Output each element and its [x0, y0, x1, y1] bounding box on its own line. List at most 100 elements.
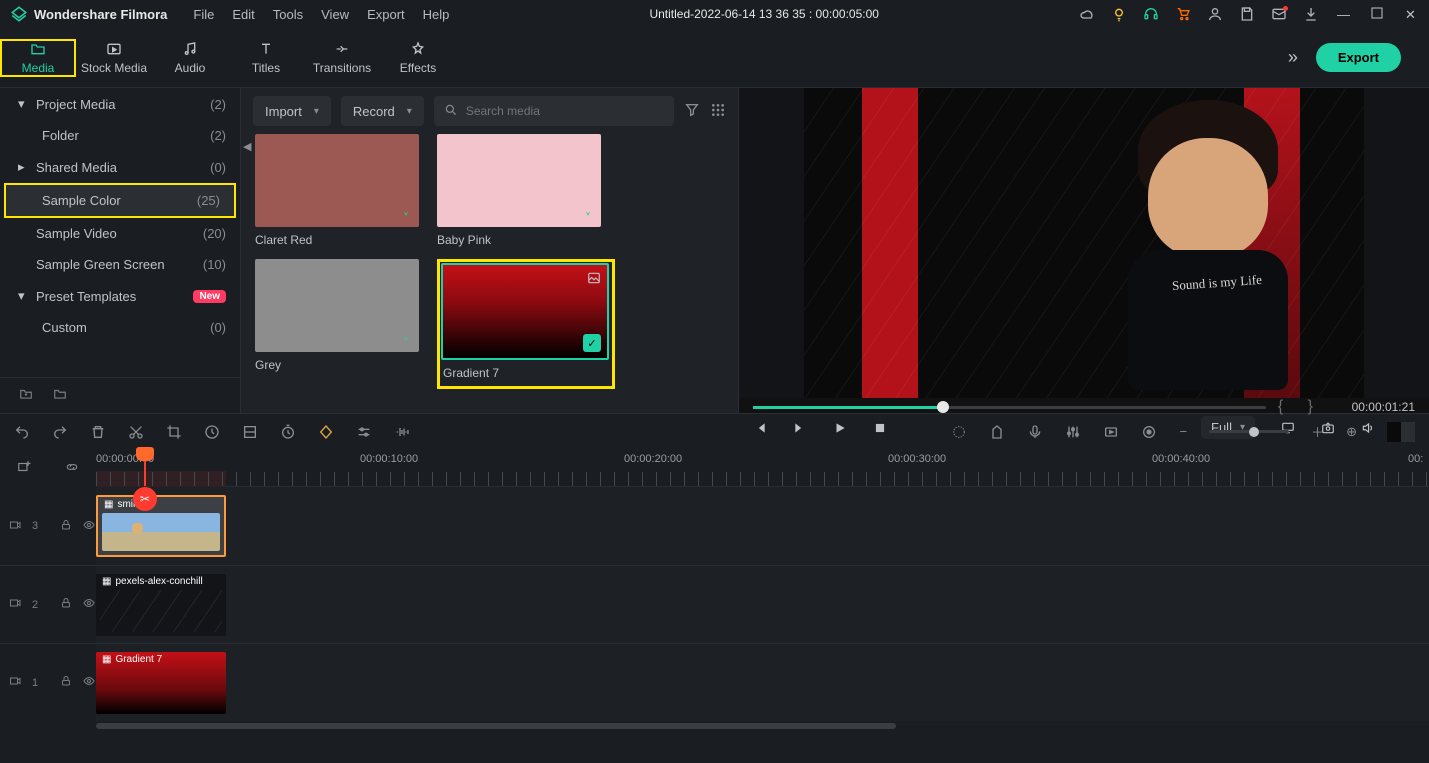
cut-icon[interactable]	[128, 424, 144, 440]
undo-icon[interactable]	[14, 424, 30, 440]
menu-export[interactable]: Export	[367, 7, 405, 22]
sidebar-item-project-media[interactable]: ▾Project Media(2)	[0, 88, 240, 120]
download-icon[interactable]	[1303, 6, 1319, 22]
sidebar-item-sample-green-screen[interactable]: Sample Green Screen(10)	[0, 249, 240, 280]
track-body[interactable]: ▦smile2	[96, 487, 1429, 565]
add-track-icon[interactable]	[16, 460, 32, 477]
crop-icon[interactable]	[166, 424, 182, 440]
cart-icon[interactable]	[1175, 6, 1191, 22]
menu-view[interactable]: View	[321, 7, 349, 22]
grid-view-icon[interactable]	[710, 102, 726, 121]
zoom-handle[interactable]	[1249, 427, 1259, 437]
tab-media[interactable]: Media	[0, 39, 76, 77]
user-icon[interactable]	[1207, 6, 1223, 22]
new-folder-icon[interactable]	[18, 387, 34, 404]
eye-icon[interactable]	[82, 675, 96, 690]
sidebar-item-preset-templates[interactable]: ▾Preset TemplatesNew	[0, 280, 240, 312]
scrub-track[interactable]	[753, 406, 1266, 409]
eye-icon[interactable]	[82, 597, 96, 612]
filter-icon[interactable]	[684, 102, 700, 121]
tab-transitions[interactable]: Transitions	[304, 41, 380, 75]
zoom-fit-icon[interactable]: ⊕	[1346, 424, 1357, 440]
headset-icon[interactable]	[1143, 6, 1159, 22]
media-thumb-claret[interactable]: Claret Red	[255, 134, 419, 247]
duration-icon[interactable]	[280, 424, 296, 440]
record-icon[interactable]	[1141, 424, 1157, 440]
lock-icon[interactable]	[60, 519, 72, 534]
speed-icon[interactable]	[204, 424, 220, 440]
tab-stock-media[interactable]: Stock Media	[76, 41, 152, 75]
ruler-tick: 00:00:40:00	[1152, 453, 1210, 465]
folder-icon[interactable]	[52, 387, 68, 404]
tab-titles[interactable]: Titles	[228, 41, 304, 75]
lightbulb-icon[interactable]	[1111, 6, 1127, 22]
volume-icon[interactable]	[1361, 421, 1375, 435]
search-box[interactable]	[434, 96, 674, 126]
mark-in-out-icon[interactable]: { }	[1278, 398, 1323, 416]
play-icon[interactable]	[833, 421, 847, 435]
menu-tools[interactable]: Tools	[273, 7, 303, 22]
render-icon[interactable]	[1103, 424, 1119, 440]
export-button[interactable]: Export	[1316, 43, 1401, 72]
sidebar-item-custom[interactable]: Custom(0)	[0, 312, 240, 343]
close-icon[interactable]: ✕	[1405, 7, 1419, 21]
clip-gradient7[interactable]: ▦Gradient 7	[96, 652, 226, 714]
playhead[interactable]: ✂	[144, 449, 146, 486]
marker-icon[interactable]	[989, 424, 1005, 440]
link-icon[interactable]	[64, 460, 80, 477]
mixer-icon[interactable]	[1065, 424, 1081, 440]
quality-dropdown[interactable]: Full▾	[1201, 416, 1255, 439]
scissors-icon[interactable]: ✂	[133, 487, 157, 511]
media-thumb-baby-pink[interactable]: Baby Pink	[437, 134, 601, 247]
track-body[interactable]: ▦pexels-alex-conchill	[96, 566, 1429, 643]
clip-smile2[interactable]: ▦smile2	[96, 495, 226, 557]
menu-edit[interactable]: Edit	[232, 7, 254, 22]
minimize-icon[interactable]: —	[1337, 7, 1351, 21]
save-icon[interactable]	[1239, 6, 1255, 22]
freeze-icon[interactable]	[242, 424, 258, 440]
clip-pexels[interactable]: ▦pexels-alex-conchill	[96, 574, 226, 636]
cloud-icon[interactable]	[1079, 6, 1095, 22]
nav-left-icon[interactable]: ◀	[243, 140, 251, 153]
sidebar-item-sample-video[interactable]: Sample Video(20)	[0, 218, 240, 249]
mic-icon[interactable]	[1027, 424, 1043, 440]
record-dropdown[interactable]: Record▾	[341, 96, 424, 126]
menu-help[interactable]: Help	[423, 7, 450, 22]
keyframe-icon[interactable]	[318, 424, 334, 440]
zoom-in-icon[interactable]: ＋	[1311, 422, 1324, 441]
ruler[interactable]: 00:00:00:00 00:00:10:00 00:00:20:00 00:0…	[96, 449, 1429, 487]
eye-icon[interactable]	[82, 519, 96, 534]
lock-icon[interactable]	[60, 597, 72, 612]
media-thumb-grey[interactable]: Grey	[255, 259, 419, 389]
tab-effects[interactable]: Effects	[380, 41, 456, 75]
maximize-icon[interactable]	[1371, 7, 1385, 21]
track-body[interactable]: ▦Gradient 7	[96, 644, 1429, 721]
step-forward-icon[interactable]	[793, 421, 807, 435]
scrub-handle[interactable]	[937, 401, 949, 413]
sidebar-item-folder[interactable]: Folder(2)	[0, 120, 240, 151]
zoom-out-icon[interactable]: −	[1179, 424, 1187, 439]
media-thumb-gradient7[interactable]: ✓ Gradient 7	[443, 265, 609, 380]
zoom-slider[interactable]	[1209, 430, 1289, 433]
track-head: 1	[0, 644, 96, 721]
delete-icon[interactable]	[90, 424, 106, 440]
playhead-cap[interactable]	[136, 447, 154, 461]
marker-star-icon[interactable]	[951, 424, 967, 440]
audio-icon[interactable]	[394, 424, 410, 440]
message-icon[interactable]	[1271, 6, 1287, 22]
step-back-icon[interactable]	[753, 421, 767, 435]
timeline-scrollbar[interactable]	[96, 721, 1429, 731]
menu-file[interactable]: File	[193, 7, 214, 22]
search-input[interactable]	[466, 104, 664, 118]
preview-canvas[interactable]: Sound is my Life	[739, 88, 1429, 398]
view-toggle[interactable]	[1387, 422, 1415, 442]
stop-icon[interactable]	[873, 421, 887, 435]
tab-audio[interactable]: Audio	[152, 41, 228, 75]
adjust-icon[interactable]	[356, 424, 372, 440]
lock-icon[interactable]	[60, 675, 72, 690]
redo-icon[interactable]	[52, 424, 68, 440]
sidebar-item-sample-color[interactable]: Sample Color(25)	[4, 183, 236, 218]
sidebar-item-shared-media[interactable]: ▸Shared Media(0)	[0, 151, 240, 183]
more-tabs-icon[interactable]: »	[1288, 47, 1298, 68]
import-dropdown[interactable]: Import▾	[253, 96, 331, 126]
